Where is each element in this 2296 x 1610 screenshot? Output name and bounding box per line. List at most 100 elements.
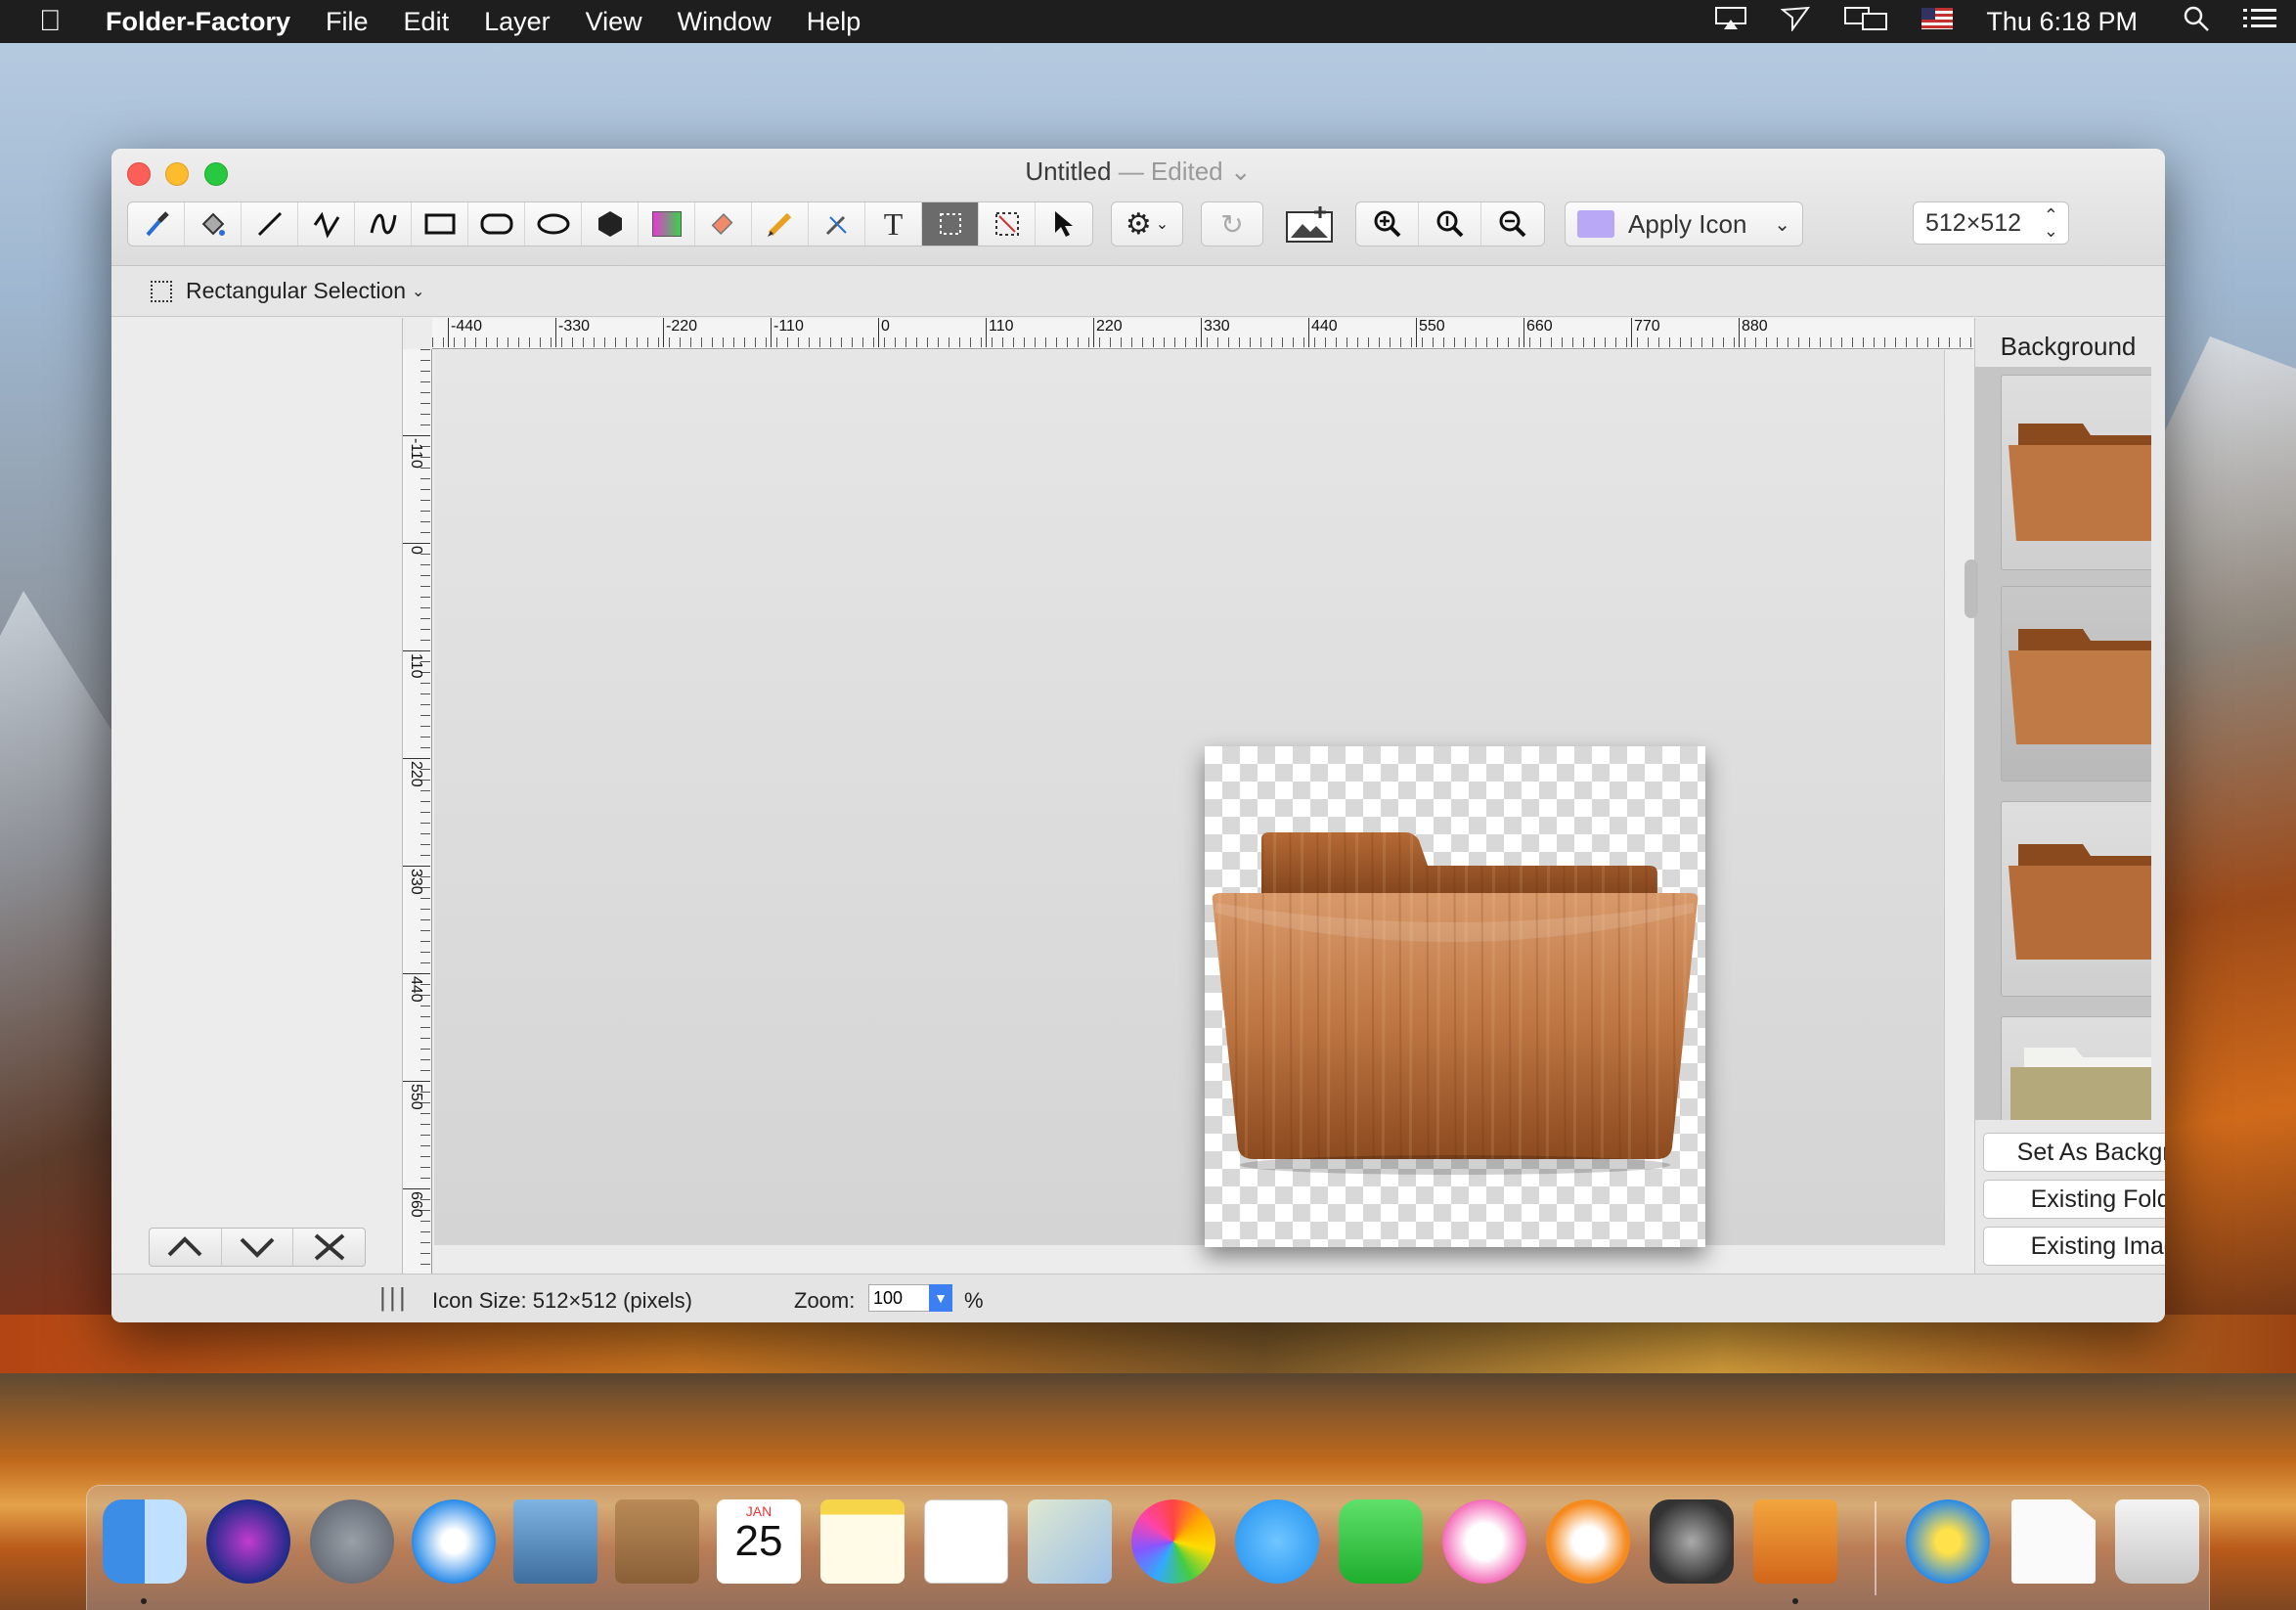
split-handle-icon[interactable]: | | | [379, 1282, 406, 1313]
delete-layer-button[interactable] [293, 1229, 365, 1266]
mail-icon[interactable] [513, 1499, 597, 1584]
launchpad-icon[interactable] [310, 1499, 394, 1584]
zoom-tools [1355, 201, 1545, 246]
menu-edit[interactable]: Edit [404, 7, 450, 37]
background-thumbnail-wood-3[interactable] [2001, 801, 2151, 997]
rounded-rectangle-icon[interactable] [468, 202, 525, 246]
move-layer-down-button[interactable] [222, 1229, 294, 1266]
magic-wand-icon[interactable] [809, 202, 865, 246]
move-layer-up-button[interactable] [150, 1229, 222, 1266]
actual-size-icon[interactable] [1419, 202, 1481, 246]
title-separator: — [1111, 157, 1151, 186]
icon-size-value: 512×512 [1925, 208, 2022, 237]
reminders-icon[interactable] [924, 1499, 1008, 1584]
ibooks-icon[interactable] [1546, 1499, 1630, 1584]
calendar-icon[interactable]: JAN 25 [717, 1499, 801, 1584]
drawing-tools: T [127, 201, 1093, 246]
existing-folder-button[interactable]: Existing Folder... [1983, 1180, 2165, 1219]
curve-icon[interactable] [355, 202, 412, 246]
ellipse-icon[interactable] [525, 202, 582, 246]
menu-help[interactable]: Help [807, 7, 861, 37]
selection-mode-dropdown[interactable]: Rectangular Selection [186, 278, 406, 304]
background-thumbnail-wood-1[interactable] [2001, 375, 2151, 570]
ruler-tick: 0 [403, 543, 430, 555]
paint-bucket-icon[interactable] [185, 202, 242, 246]
menu-file[interactable]: File [326, 7, 369, 37]
rectangle-icon[interactable] [412, 202, 468, 246]
ruler-tick: -220 [663, 318, 697, 347]
toolbar: T ⚙ ⌄ ↻ Apply Icon ⌄ [127, 200, 1803, 248]
up-down-chevron-icon: ⌃ ⌄ [2043, 205, 2058, 241]
chevron-down-icon[interactable]: ▼ [929, 1284, 952, 1312]
itunes-icon[interactable] [1442, 1499, 1526, 1584]
text-icon[interactable]: T [865, 202, 922, 246]
zoom-in-icon[interactable] [1356, 202, 1419, 246]
finder-icon[interactable] [103, 1499, 187, 1584]
eyedropper-icon[interactable] [128, 202, 185, 246]
siri-icon[interactable] [206, 1499, 290, 1584]
apply-icon-button[interactable]: Apply Icon ⌄ [1565, 201, 1803, 246]
folder-factory-icon[interactable] [1753, 1499, 1837, 1584]
polygon-icon[interactable] [582, 202, 639, 246]
clock[interactable]: Thu 6:18 PM [1986, 7, 2138, 37]
existing-image-button[interactable]: Existing Image... [1983, 1227, 2165, 1266]
menu-bar:  Folder-Factory File Edit Layer View Wi… [0, 0, 2296, 43]
thumbnail-scrollbar[interactable] [1965, 559, 1978, 618]
eraser-icon[interactable] [695, 202, 752, 246]
document-icon[interactable] [2011, 1499, 2096, 1584]
actions-menu[interactable]: ⚙ ⌄ [1111, 201, 1183, 246]
lasso-selection-icon[interactable] [979, 202, 1036, 246]
trash-icon[interactable] [2115, 1499, 2199, 1584]
pencil-icon[interactable] [752, 202, 809, 246]
dock-separator [1875, 1501, 1877, 1595]
search-icon[interactable] [2183, 5, 2210, 39]
safari-icon[interactable] [412, 1499, 496, 1584]
chevron-down-icon: ⌄ [1774, 213, 1790, 236]
refresh-icon[interactable]: ↻ [1202, 202, 1262, 246]
apple-menu-icon[interactable]:  [39, 5, 78, 38]
icon-size-select[interactable]: 512×512 ⌃ ⌄ [1913, 201, 2069, 245]
list-icon[interactable] [2243, 7, 2276, 37]
zoom-out-icon[interactable] [1481, 202, 1544, 246]
line-icon[interactable] [242, 202, 298, 246]
refresh-group: ↻ [1201, 201, 1263, 246]
rectangular-selection-icon[interactable] [922, 202, 979, 246]
display-icon[interactable] [1843, 6, 1888, 38]
facetime-icon[interactable] [1339, 1499, 1423, 1584]
background-panel-title: Background [2000, 332, 2137, 361]
menu-window[interactable]: Window [678, 7, 772, 37]
airplay-icon[interactable] [1714, 6, 1747, 38]
menu-layer[interactable]: Layer [484, 7, 551, 37]
chevron-down-icon[interactable]: ⌄ [412, 282, 424, 301]
gear-icon[interactable]: ⚙ ⌄ [1112, 202, 1182, 246]
wood-folder-icon [2009, 844, 2151, 960]
messages-icon[interactable] [1235, 1499, 1319, 1584]
utility-icon[interactable] [1906, 1499, 1990, 1584]
maps-icon[interactable] [1028, 1499, 1112, 1584]
window-title[interactable]: Untitled — Edited ⌄ [111, 157, 2165, 187]
import-image-icon[interactable] [1281, 201, 1338, 246]
icon-artboard[interactable] [1205, 746, 1705, 1247]
vertical-ruler: -110 0 110 220 330 440 550 660 [403, 349, 432, 1274]
set-as-background-button[interactable]: Set As Background [1983, 1133, 2165, 1172]
pointer-icon[interactable] [1036, 202, 1092, 246]
location-icon[interactable] [1780, 6, 1811, 38]
notes-icon[interactable] [820, 1499, 905, 1584]
ruler-minor-ticks [420, 349, 430, 1274]
ruler-tick: 770 [1631, 318, 1660, 347]
ruler-tick: 220 [403, 758, 430, 787]
polyline-icon[interactable] [298, 202, 355, 246]
app-menu[interactable]: Folder-Factory [106, 7, 290, 37]
photos-icon[interactable] [1131, 1499, 1215, 1584]
ruler-tick: -110 [771, 318, 804, 347]
system-preferences-icon[interactable] [1650, 1499, 1734, 1584]
gradient-icon[interactable] [639, 202, 695, 246]
ruler-tick: 440 [403, 973, 430, 1003]
menu-view[interactable]: View [586, 7, 642, 37]
background-thumbnail-wood-2[interactable] [2001, 586, 2151, 782]
background-thumbnail-plain[interactable] [2001, 1016, 2151, 1120]
canvas-area[interactable] [434, 350, 1945, 1247]
flag-icon[interactable] [1921, 7, 1954, 36]
ruler-tick: 440 [1308, 318, 1338, 347]
contacts-icon[interactable] [615, 1499, 699, 1584]
